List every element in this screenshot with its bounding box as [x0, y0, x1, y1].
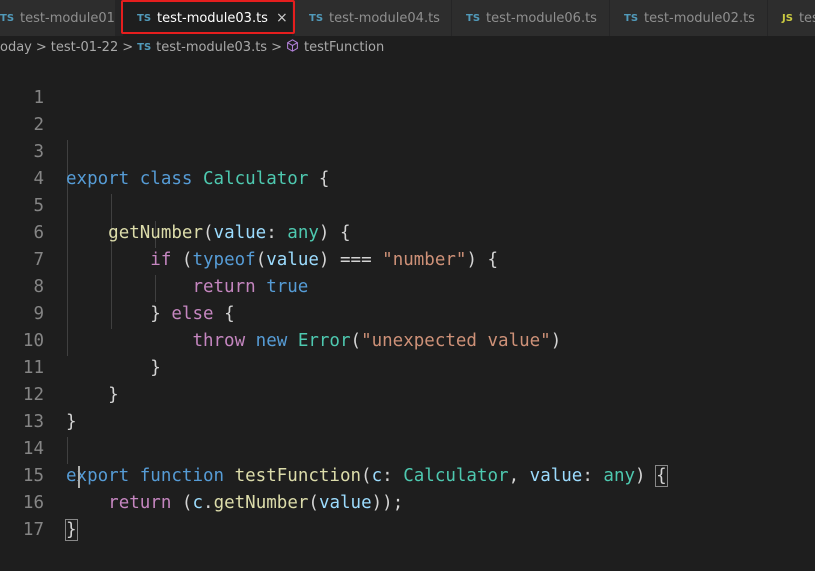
breadcrumb-folder[interactable]: oday — [0, 40, 32, 55]
line-number: 17 — [22, 520, 44, 540]
code-text: } — [65, 519, 78, 541]
tab-test-module03[interactable]: TS test-module03.ts × — [123, 0, 293, 36]
breadcrumb: oday > test-01-22 > TS test-module03.ts … — [0, 36, 815, 58]
breadcrumb-separator: > — [122, 39, 134, 55]
breadcrumb-separator: > — [35, 39, 47, 55]
tab-test-module02[interactable]: TS test-module02.ts — [610, 0, 768, 36]
tab-label: test-module01.ts — [20, 10, 115, 26]
code-line: 14 export function testFunction(c: Calcu… — [0, 409, 815, 487]
code-line: 2 — [0, 85, 815, 135]
tab-test-module04[interactable]: TS test-module04.ts — [295, 0, 452, 36]
code-line: 17 — [0, 490, 815, 540]
text-cursor — [78, 466, 80, 488]
tab-test-module06[interactable]: TS test-module06.ts — [452, 0, 610, 36]
code-line: 1 — [0, 58, 815, 108]
tab-bar: TS test-module01.ts TS test-module03.ts … — [0, 0, 815, 36]
tab-label: test-module03.ts — [157, 10, 268, 26]
cube-icon — [286, 38, 299, 56]
breadcrumb-folder[interactable]: test-01-22 — [51, 40, 118, 55]
javascript-icon: JS — [782, 12, 793, 24]
tab-label: test-module04.ts — [329, 10, 440, 26]
breadcrumb-file[interactable]: test-module03.ts — [156, 40, 267, 55]
typescript-icon: TS — [466, 12, 481, 24]
code-line: 11 } — [0, 328, 815, 405]
tab-label: test-module06.ts — [486, 10, 597, 26]
code-line: 9 throw new Error("unexpected value") — [0, 274, 815, 351]
typescript-icon: TS — [309, 12, 324, 24]
code-line: 13 — [0, 382, 815, 432]
code-line: 5 getNumber(value: any) { — [0, 166, 815, 243]
breadcrumb-symbol[interactable]: testFunction — [304, 40, 384, 55]
code-line: 16 } — [0, 463, 815, 541]
code-editor[interactable]: 1 2 3 export class Calculator { 4 5 getN… — [0, 58, 815, 541]
typescript-icon: TS — [624, 12, 639, 24]
tab-label: tes — [798, 10, 815, 26]
breadcrumb-separator: > — [271, 39, 282, 55]
tab-label: test-module02.ts — [644, 10, 755, 26]
typescript-icon: TS — [137, 41, 152, 53]
code-line: 3 export class Calculator { — [0, 112, 815, 189]
code-line: 12 } — [0, 355, 815, 432]
typescript-icon: TS — [0, 12, 15, 24]
code-line: 8 } else { — [0, 247, 815, 324]
tab-test-module01[interactable]: TS test-module01.ts — [0, 0, 116, 36]
code-line: 6 if (typeof(value) === "number") { — [0, 193, 815, 270]
code-line: 7 return true — [0, 220, 815, 297]
code-line: 4 — [0, 139, 815, 189]
tab-js-file[interactable]: JS tes — [768, 0, 815, 36]
close-icon[interactable]: × — [276, 10, 288, 26]
typescript-icon: TS — [137, 12, 152, 24]
code-line: 15 return (c.getNumber(value)); — [0, 436, 815, 513]
code-line: 10 } — [0, 301, 815, 378]
